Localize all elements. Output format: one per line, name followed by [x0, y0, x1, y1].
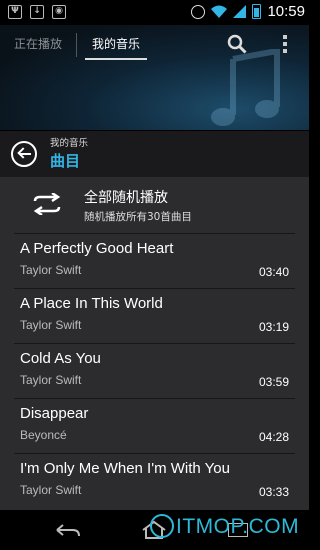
shuffle-all-label: 全部随机播放 — [84, 190, 168, 206]
breadcrumb: 我的音乐 — [50, 138, 89, 149]
alarm-icon — [191, 4, 206, 19]
watermark-logo-icon — [150, 514, 174, 538]
song-title: A Place In This World — [20, 295, 163, 312]
song-duration: 03:33 — [258, 485, 289, 499]
overflow-menu-icon[interactable] — [279, 34, 291, 54]
list-item[interactable]: Cold As You Taylor Swift 03:59 — [14, 343, 295, 398]
watermark-text: ITMOP.COM — [176, 515, 300, 538]
song-duration: 04:28 — [258, 430, 289, 444]
song-title: I'm Only Me When I'm With You — [20, 460, 230, 477]
song-artist: Beyoncé — [20, 428, 67, 442]
battery-icon — [252, 4, 262, 19]
tab-my-music-label: 我的音乐 — [91, 37, 140, 51]
tab-now-playing[interactable]: 正在播放 — [14, 25, 62, 63]
song-title: Cold As You — [20, 350, 101, 367]
song-list: 全部随机播放 随机播放所有30首曲目 A Perfectly Good Hear… — [0, 177, 309, 510]
song-duration: 03:40 — [258, 265, 289, 279]
page-title-bar: 我的音乐 曲目 — [0, 130, 309, 177]
song-title: Disappear — [20, 405, 89, 422]
tab-my-music[interactable]: 我的音乐 — [85, 25, 147, 63]
song-title: A Perfectly Good Heart — [20, 240, 174, 257]
back-arrow-icon[interactable] — [11, 141, 37, 167]
wifi-icon — [211, 5, 228, 18]
shuffle-all-count: 随机播放所有30首曲目 — [84, 211, 192, 223]
page-title: 曲目 — [50, 152, 81, 170]
list-item[interactable]: I'm Only Me When I'm With You Taylor Swi… — [14, 453, 295, 508]
shuffle-icon — [33, 193, 61, 215]
android-icon: ◉ — [52, 5, 66, 19]
signal-icon — [233, 5, 247, 18]
music-note-art-icon — [211, 49, 280, 126]
search-icon[interactable] — [227, 34, 247, 54]
song-artist: Taylor Swift — [20, 263, 82, 277]
status-clock: 10:59 — [267, 3, 305, 20]
song-artist: Taylor Swift — [20, 483, 82, 497]
shuffle-all-button[interactable]: 全部随机播放 随机播放所有30首曲目 — [0, 177, 309, 233]
list-item[interactable]: A Place In This World Taylor Swift 03:19 — [14, 288, 295, 343]
song-duration: 03:59 — [258, 375, 289, 389]
status-bar: Ψ ↓ ◉ 10:59 — [0, 0, 309, 25]
list-item[interactable]: A Perfectly Good Heart Taylor Swift 03:4… — [14, 233, 295, 288]
download-icon: ↓ — [30, 5, 44, 19]
nav-back-icon[interactable] — [55, 522, 81, 538]
list-item[interactable]: Disappear Beyoncé 04:28 — [14, 398, 295, 453]
usb-icon: Ψ — [8, 5, 22, 19]
tab-selected-indicator — [85, 58, 147, 60]
music-header: 正在播放 我的音乐 — [0, 25, 309, 130]
song-duration: 03:19 — [258, 320, 289, 334]
tab-divider — [76, 33, 77, 57]
song-artist: Taylor Swift — [20, 373, 82, 387]
song-artist: Taylor Swift — [20, 318, 82, 332]
